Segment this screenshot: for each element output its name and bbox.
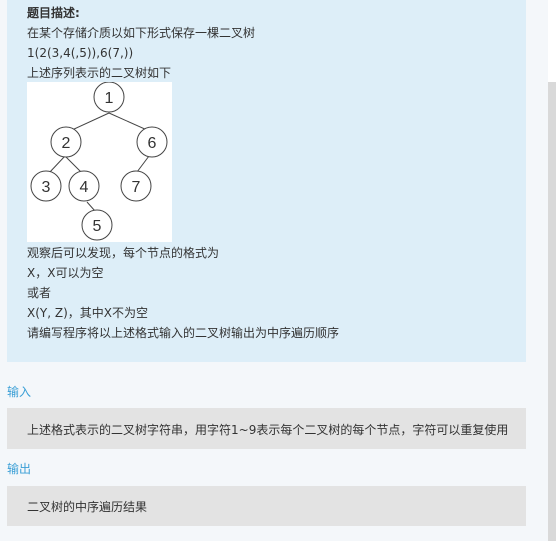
tree-node-label: 4 [80,179,89,196]
input-description: 上述格式表示的二叉树字符串，用字符1~9表示每个二叉树的每个节点，字符可以重复使… [27,423,509,437]
tree-node-label: 3 [42,179,51,196]
description-line: 上述序列表示的二叉树如下 [27,66,172,80]
tree-sequence-line: 1(2(3,4(,5)),6(7,)) [27,46,134,60]
output-description: 二叉树的中序遍历结果 [27,500,148,514]
problem-title: 题目描述: [27,6,80,20]
output-section-title: 输出 [7,462,32,476]
input-description-box: 上述格式表示的二叉树字符串，用字符1~9表示每个二叉树的每个节点，字符可以重复使… [7,408,526,449]
description-line: 或者 [27,286,52,300]
description-line: X，X可以为空 [27,266,104,280]
scrollbar-upper-track[interactable] [548,0,556,82]
description-line: 在某个存储介质以如下形式保存一棵二叉树 [27,26,256,40]
tree-node-label: 1 [105,90,114,107]
tree-node-label: 2 [62,135,71,152]
output-description-box: 二叉树的中序遍历结果 [7,486,526,526]
tree-node-label: 7 [132,179,141,196]
input-section-title: 输入 [7,385,32,399]
description-line: X(Y, Z)，其中X不为空 [27,306,148,320]
tree-node-label: 5 [93,218,102,235]
problem-description-panel: 题目描述: 在某个存储介质以如下形式保存一棵二叉树 1(2(3,4(,5)),6… [7,0,526,362]
description-line: 请编写程序将以上述格式输入的二叉树输出为中序遍历顺序 [27,326,340,340]
scrollbar-thumb[interactable] [548,82,556,541]
binary-tree-diagram: 1 2 6 3 4 7 5 [27,82,172,242]
description-line: 观察后可以发现，每个节点的格式为 [27,246,220,260]
tree-node-label: 6 [148,135,157,152]
